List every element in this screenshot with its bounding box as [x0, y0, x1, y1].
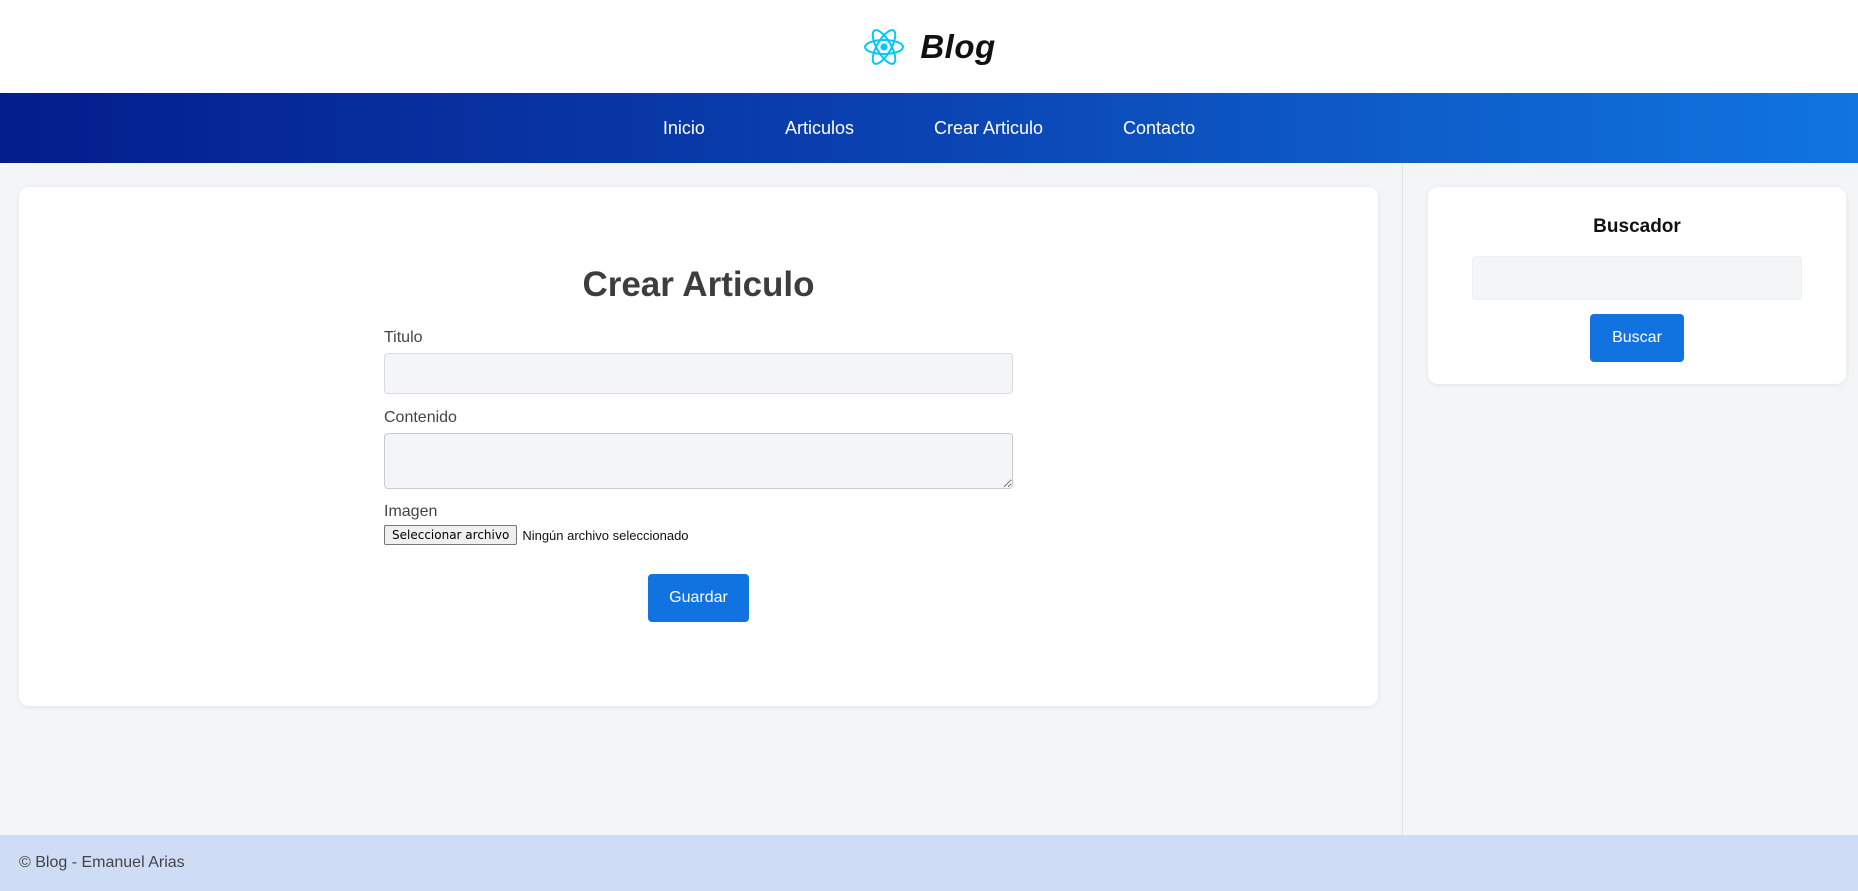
main-content: Crear Articulo Titulo Contenido Imagen S… [0, 163, 1403, 835]
imagen-label: Imagen [384, 503, 438, 520]
search-title: Buscador [1593, 216, 1681, 237]
brand-title[interactable]: Blog [920, 28, 995, 66]
main-nav: Inicio Articulos Crear Articulo Contacto [0, 93, 1858, 163]
titulo-label: Titulo [384, 329, 423, 346]
nav-item-inicio[interactable]: Inicio [623, 118, 745, 139]
nav-item-articulos[interactable]: Articulos [745, 118, 894, 139]
contenido-textarea[interactable] [384, 433, 1013, 489]
search-card: Buscador Buscar [1428, 187, 1846, 384]
titulo-input[interactable] [384, 353, 1013, 394]
file-status-text: Ningún archivo seleccionado [522, 527, 689, 543]
site-footer: © Blog - Emanuel Arias [0, 835, 1858, 891]
create-article-card: Crear Articulo Titulo Contenido Imagen S… [19, 187, 1378, 706]
sidebar: Buscador Buscar [1403, 163, 1858, 835]
search-button[interactable]: Buscar [1590, 314, 1684, 362]
contenido-label: Contenido [384, 409, 457, 426]
create-article-form: Titulo Contenido Imagen Seleccionar arch… [384, 329, 1013, 622]
nav-item-crear-articulo[interactable]: Crear Articulo [894, 118, 1083, 139]
react-atom-icon [862, 25, 906, 69]
search-input[interactable] [1472, 256, 1802, 300]
page-title: Crear Articulo [582, 265, 815, 304]
save-button[interactable]: Guardar [648, 574, 749, 622]
site-header: Blog [0, 0, 1858, 93]
file-input: Seleccionar archivo Ningún archivo selec… [384, 525, 1013, 545]
page-layout: Crear Articulo Titulo Contenido Imagen S… [0, 163, 1858, 835]
choose-file-button[interactable]: Seleccionar archivo [384, 525, 518, 545]
save-row: Guardar [384, 574, 1013, 622]
nav-item-contacto[interactable]: Contacto [1083, 118, 1235, 139]
footer-text: © Blog - Emanuel Arias [19, 854, 185, 871]
